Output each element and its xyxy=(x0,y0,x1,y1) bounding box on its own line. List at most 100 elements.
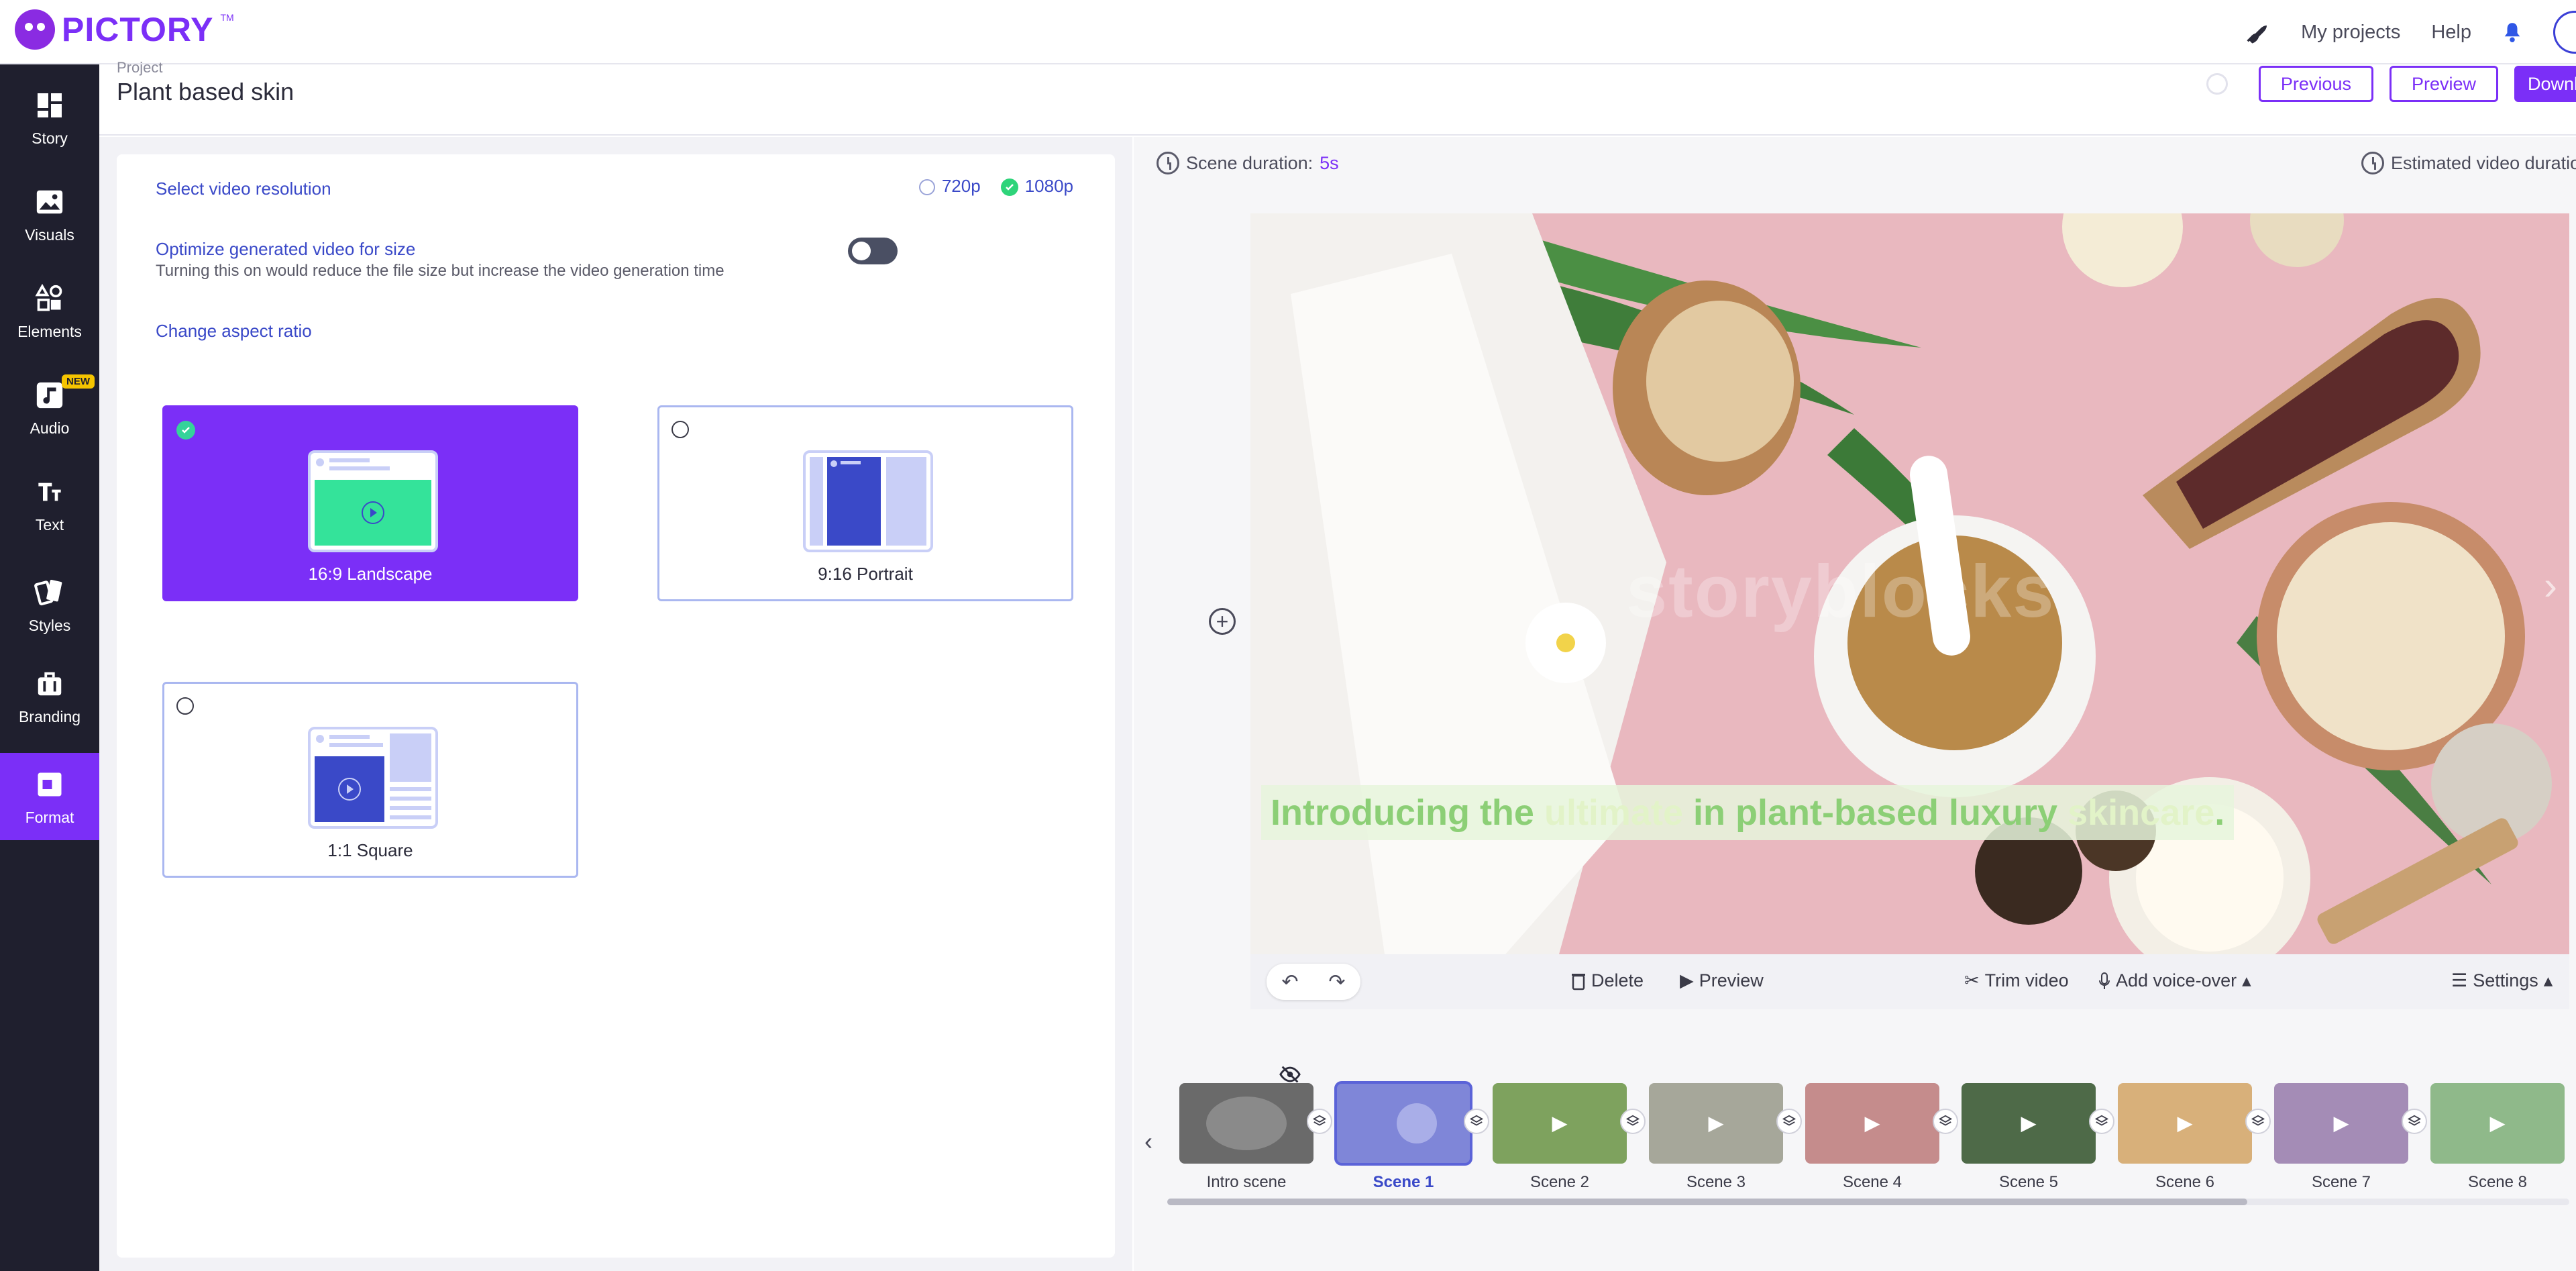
eye-off-icon[interactable] xyxy=(1279,1063,1301,1086)
clock-icon xyxy=(1157,152,1179,174)
layers-icon[interactable] xyxy=(1620,1109,1646,1134)
check-circle-icon xyxy=(176,421,195,440)
preview-button[interactable]: Preview xyxy=(2389,66,2498,102)
sidebar-item-story[interactable]: Story xyxy=(0,74,99,161)
layers-icon[interactable] xyxy=(1933,1109,1958,1134)
resolution-options: 720p 1080p xyxy=(918,176,1073,197)
resolution-720p-label: 720p xyxy=(941,176,981,196)
scene-thumbnail-intro[interactable]: Intro scene xyxy=(1179,1083,1313,1192)
aspect-label-square: 1:1 Square xyxy=(327,840,413,860)
help-link[interactable]: Help xyxy=(2431,21,2471,44)
project-title[interactable]: Plant based skin xyxy=(117,78,294,106)
scissors-icon: ✂ xyxy=(1964,970,1980,990)
scene-thumb-image: ▶ xyxy=(2274,1083,2408,1164)
scene-thumb-image xyxy=(1179,1083,1313,1164)
scene-thumb-image: ▶ xyxy=(1493,1083,1627,1164)
previous-button[interactable]: Previous xyxy=(2258,66,2373,102)
aspect-card-landscape[interactable]: 16:9 Landscape xyxy=(162,405,578,601)
radio-icon xyxy=(918,179,935,196)
caret-up-icon: ▴ xyxy=(2543,970,2553,990)
optimize-description: Turning this on would reduce the file si… xyxy=(156,262,724,280)
bell-icon[interactable] xyxy=(2502,21,2522,44)
sidebar-label-story: Story xyxy=(32,129,68,147)
caption-part: . xyxy=(2214,793,2225,833)
undo-icon[interactable]: ↶ xyxy=(1281,970,1298,994)
estimated-duration: Estimated video duration xyxy=(2361,152,2576,174)
portrait-thumbnail-icon xyxy=(803,450,933,552)
scene-thumb-image: ▶ xyxy=(1649,1083,1783,1164)
aspect-card-square[interactable]: 1:1 Square xyxy=(162,682,578,878)
play-icon: ▶ xyxy=(2333,1112,2349,1135)
sidebar-item-elements[interactable]: Elements xyxy=(0,267,99,354)
scene-thumb-image: ▶ xyxy=(2118,1083,2252,1164)
scene-thumbnail-4[interactable]: ▶ Scene 4 xyxy=(1805,1083,1939,1192)
estimated-duration-label: Estimated video duration xyxy=(2391,152,2576,173)
sidebar-item-visuals[interactable]: Visuals xyxy=(0,170,99,258)
top-right-nav: My projects Help xyxy=(2243,0,2576,64)
scene-duration[interactable]: Scene duration: 5s xyxy=(1157,152,1339,174)
sidebar-item-audio[interactable]: NEW Audio xyxy=(0,364,99,451)
text-icon xyxy=(32,474,67,509)
scene-duration-label: Scene duration: xyxy=(1186,152,1313,173)
scene-thumbnail-3[interactable]: ▶ Scene 3 xyxy=(1649,1083,1783,1192)
header-actions: Previous Preview Download xyxy=(2206,66,2576,102)
trim-video-button[interactable]: ✂ Trim video xyxy=(1964,970,2069,991)
my-projects-link[interactable]: My projects xyxy=(2301,21,2400,44)
sidebar-item-format[interactable]: Format xyxy=(0,753,99,840)
chevron-right-icon[interactable]: › xyxy=(2544,562,2557,609)
layers-icon[interactable] xyxy=(2245,1109,2271,1134)
play-icon: ▶ xyxy=(2021,1112,2037,1135)
scene-thumbnail-7[interactable]: ▶ Scene 7 xyxy=(2274,1083,2408,1192)
octopus-logo-icon xyxy=(15,9,55,50)
sidebar-item-styles[interactable]: Styles xyxy=(0,561,99,648)
delete-button[interactable]: Delete xyxy=(1571,970,1644,991)
resolution-label: Select video resolution xyxy=(156,179,331,199)
aspect-card-portrait[interactable]: 9:16 Portrait xyxy=(657,405,1073,601)
sidebar-label-elements: Elements xyxy=(17,322,82,340)
sidebar: Story Visuals Elements NEW Audio Text St… xyxy=(0,64,99,1271)
settings-button[interactable]: ☰ Settings ▴ xyxy=(2451,970,2553,991)
layers-icon[interactable] xyxy=(1776,1109,1802,1134)
sidebar-label-styles: Styles xyxy=(28,616,71,634)
scene-thumbnail-6[interactable]: ▶ Scene 6 xyxy=(2118,1083,2252,1192)
layers-icon[interactable] xyxy=(2402,1109,2427,1134)
scene-thumbnail-5[interactable]: ▶ Scene 5 xyxy=(1962,1083,2096,1192)
optimize-title: Optimize generated video for size xyxy=(156,239,416,259)
watermark: storyblocks xyxy=(1626,550,2055,633)
scene-label: Scene 7 xyxy=(2311,1173,2371,1191)
clock-icon xyxy=(2361,152,2384,174)
story-icon xyxy=(32,88,67,123)
download-button[interactable]: Download xyxy=(2514,66,2576,102)
play-icon: ▶ xyxy=(2177,1112,2193,1135)
sidebar-item-branding[interactable]: Branding xyxy=(0,652,99,740)
optimize-toggle[interactable] xyxy=(848,238,898,264)
sidebar-item-text[interactable]: Text xyxy=(0,460,99,548)
scene-thumbnail-1[interactable]: Scene 1 xyxy=(1334,1081,1472,1192)
sidebar-label-visuals: Visuals xyxy=(25,225,74,244)
resolution-720p-option[interactable]: 720p xyxy=(918,176,981,197)
layers-icon[interactable] xyxy=(1464,1109,1489,1134)
scene-thumbnail-2[interactable]: ▶ Scene 2 xyxy=(1493,1083,1627,1192)
resolution-1080p-option[interactable]: 1080p xyxy=(1000,176,1073,197)
pictory-logo[interactable]: PICTORY TM xyxy=(15,9,234,50)
scene-thumbnail-8[interactable]: ▶ Scene 8 xyxy=(2430,1083,2565,1192)
scene-preview-button[interactable]: ▶ Preview xyxy=(1680,970,1764,991)
scene-duration-value: 5s xyxy=(1320,152,1339,173)
timeline-scroll-left-icon[interactable]: ‹ xyxy=(1144,1127,1152,1156)
sidebar-label-format: Format xyxy=(25,808,74,826)
layers-icon[interactable] xyxy=(2089,1109,2114,1134)
scene-caption[interactable]: Introducing the ultimate in plant-based … xyxy=(1261,785,2235,840)
scene-preview[interactable]: storyblocks › Introducing the ultimate i… xyxy=(1250,213,2569,954)
layers-icon[interactable] xyxy=(1307,1109,1332,1134)
add-scene-plus-icon[interactable]: + xyxy=(1209,608,1236,635)
rocket-icon[interactable] xyxy=(2243,19,2270,46)
format-icon xyxy=(32,767,67,802)
redo-icon[interactable]: ↷ xyxy=(1328,970,1345,994)
play-icon: ▶ xyxy=(1864,1112,1880,1135)
timeline-scrollbar-thumb[interactable] xyxy=(1167,1199,2247,1205)
settings-label: Settings xyxy=(2473,970,2538,990)
caret-up-icon: ▴ xyxy=(2242,970,2251,990)
scene-thumb-image: ▶ xyxy=(1962,1083,2096,1164)
user-avatar[interactable] xyxy=(2553,11,2576,54)
add-voiceover-button[interactable]: Add voice-over ▴ xyxy=(2098,970,2251,991)
